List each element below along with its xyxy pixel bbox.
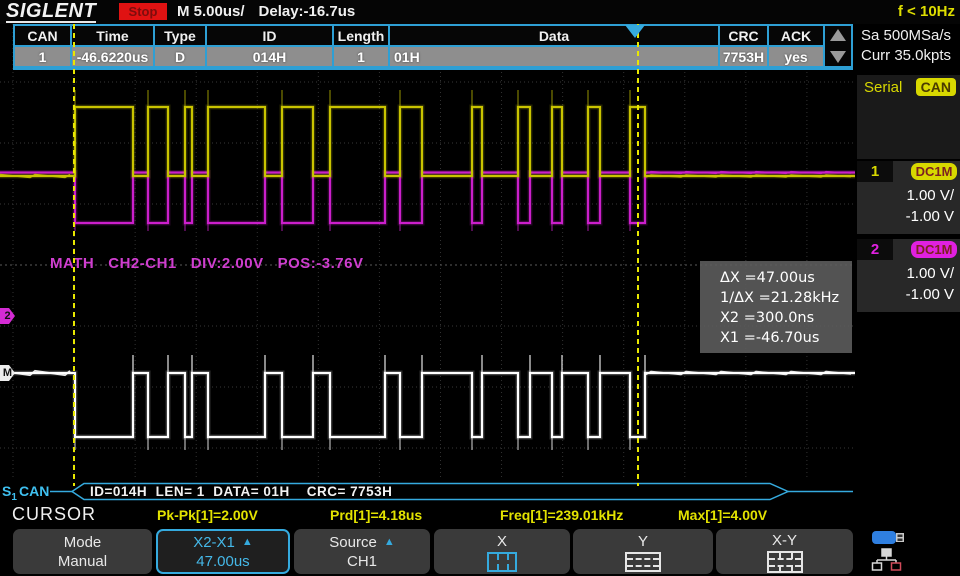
cursor-readout-box: ΔX =47.00us 1/ΔX =21.28kHz X2 =300.0ns X… bbox=[700, 261, 852, 353]
cursor-x1-value: X1 =-46.70us bbox=[720, 330, 820, 346]
oscilloscope-screen: MATHCH2-CH1DIV:2.00VPOS:-3.76V ΔX =47.00… bbox=[0, 0, 960, 576]
timebase-scale: M 5.00us/ bbox=[177, 3, 245, 20]
siglent-logo: SIGLENT bbox=[6, 0, 97, 23]
col-header-crc: CRC bbox=[720, 26, 767, 45]
right-sidebar: Sa 500MSa/s Curr 35.0kpts Serial CAN 1 D… bbox=[855, 24, 960, 503]
channel1-offset: -1.00 V bbox=[905, 208, 954, 225]
cursor-x2-line[interactable] bbox=[637, 24, 639, 486]
softkey-source-button[interactable]: Source ▲ CH1 bbox=[294, 529, 430, 574]
row-cell-ack: yes bbox=[769, 47, 823, 66]
x2x1-value: 47.00us bbox=[196, 552, 250, 570]
channel2-panel[interactable]: 2 DC1M 1.00 V/ -1.00 V bbox=[857, 239, 960, 312]
col-header-data: Data bbox=[390, 26, 718, 45]
xy-cursor-label: X-Y bbox=[771, 531, 797, 549]
can-decode-frame-text: ID=014H LEN= 1 DATA= 01H CRC= 7753H bbox=[90, 484, 393, 499]
cursor-inv-delta-x: 1/ΔX =21.28kHz bbox=[720, 290, 840, 306]
row-cell-crc: 7753H bbox=[720, 47, 767, 66]
usb-icon bbox=[872, 531, 904, 544]
acquisition-info: Sa 500MSa/s Curr 35.0kpts bbox=[861, 26, 951, 66]
measurement-row: CURSOR Pk-Pk[1]=2.00V Prd[1]=4.18us Freq… bbox=[0, 503, 960, 527]
sample-rate: Sa 500MSa/s bbox=[861, 27, 952, 44]
row-cell-id: 014H bbox=[207, 47, 332, 66]
channel2-number[interactable]: 2 bbox=[857, 239, 893, 260]
row-cell-time: -46.6220us bbox=[72, 47, 153, 66]
col-header-ack: ACK bbox=[769, 26, 823, 45]
top-status-bar: SIGLENT Stop M 5.00us/ Delay:-16.7us f <… bbox=[0, 0, 960, 24]
channel1-coupling-badge[interactable]: DC1M bbox=[911, 163, 957, 180]
measurement-frequency: Freq[1]=239.01kHz bbox=[500, 507, 624, 523]
softkey-xy-cursor-button[interactable]: X-Y bbox=[716, 529, 853, 574]
usb-lan-icons bbox=[871, 531, 904, 571]
channel2-scale: 1.00 V/ bbox=[906, 265, 954, 282]
status-icon-corner bbox=[856, 527, 960, 576]
frequency-counter: f < 10Hz bbox=[897, 3, 955, 20]
col-header-id: ID bbox=[207, 26, 332, 45]
scroll-up-icon[interactable] bbox=[830, 29, 846, 41]
run-stop-indicator[interactable]: Stop bbox=[119, 3, 167, 20]
serial-decode-panel[interactable]: Serial CAN bbox=[857, 75, 960, 159]
mode-value: Manual bbox=[57, 552, 108, 570]
col-header-can: CAN bbox=[15, 26, 70, 45]
channel2-offset: -1.00 V bbox=[905, 286, 954, 303]
cursor-delta-x: ΔX =47.00us bbox=[720, 270, 815, 286]
up-arrow-icon: ▲ bbox=[383, 535, 395, 548]
xy-cursors-icon bbox=[766, 550, 803, 573]
serial-bus-source-label: S1 bbox=[2, 483, 17, 503]
row-cell-can: 1 bbox=[15, 47, 70, 66]
softkey-y-cursor-button[interactable]: Y bbox=[573, 529, 713, 574]
waveform-area: MATHCH2-CH1DIV:2.00VPOS:-3.76V ΔX =47.00… bbox=[0, 24, 855, 505]
serial-bus-name: CAN bbox=[19, 483, 50, 499]
source-value: CH1 bbox=[346, 552, 377, 570]
serial-label: Serial bbox=[864, 79, 903, 96]
mode-label: Mode bbox=[63, 533, 102, 551]
math-div: DIV:2.00V bbox=[190, 255, 264, 272]
can-decode-table: CAN Time Type ID Length Data CRC ACK 1 -… bbox=[13, 24, 853, 70]
source-label: Source bbox=[329, 533, 377, 551]
measurement-max: Max[1]=4.00V bbox=[678, 507, 768, 523]
measurement-pkpk: Pk-Pk[1]=2.00V bbox=[157, 507, 258, 523]
col-header-type: Type bbox=[155, 26, 205, 45]
channel1-panel[interactable]: 1 DC1M 1.00 V/ -1.00 V bbox=[857, 161, 960, 234]
row-cell-data: 01H bbox=[390, 47, 718, 66]
timebase-readout: M 5.00us/ Delay:-16.7us bbox=[177, 3, 355, 20]
up-arrow-icon: ▲ bbox=[241, 535, 253, 548]
measurement-period: Prd[1]=4.18us bbox=[330, 507, 423, 523]
channel2-coupling-badge[interactable]: DC1M bbox=[911, 241, 957, 258]
softkey-x-cursor-button[interactable]: X bbox=[434, 529, 570, 574]
y-cursors-icon bbox=[625, 551, 661, 572]
col-header-time: Time bbox=[72, 26, 153, 45]
table-scrollbar bbox=[825, 26, 851, 66]
row-cell-type: D bbox=[155, 47, 205, 66]
channel1-scale: 1.00 V/ bbox=[906, 187, 954, 204]
channel1-number[interactable]: 1 bbox=[857, 161, 893, 182]
trigger-position-indicator[interactable] bbox=[625, 25, 645, 38]
lan-icon bbox=[871, 548, 902, 571]
x-cursors-icon bbox=[487, 551, 517, 572]
serial-bus-badge[interactable]: CAN bbox=[915, 78, 956, 96]
softkey-x2x1-button[interactable]: X2-X1 ▲ 47.00us bbox=[156, 529, 290, 574]
math-expression: CH2-CH1 bbox=[108, 255, 177, 272]
math-pos: POS:-3.76V bbox=[277, 255, 364, 272]
y-cursor-label: Y bbox=[637, 532, 648, 550]
trigger-delay: Delay:-16.7us bbox=[258, 3, 356, 20]
math-status-label: MATHCH2-CH1DIV:2.00VPOS:-3.76V bbox=[22, 238, 378, 289]
cursor-x2-value: X2 =300.0ns bbox=[720, 310, 815, 326]
x-cursor-label: X bbox=[496, 532, 507, 550]
memory-depth: Curr 35.0kpts bbox=[861, 47, 952, 64]
scroll-down-icon[interactable] bbox=[830, 51, 846, 63]
col-header-length: Length bbox=[334, 26, 388, 45]
active-menu-title: CURSOR bbox=[12, 504, 97, 524]
row-cell-length: 1 bbox=[334, 47, 388, 66]
cursor-x1-line[interactable] bbox=[73, 24, 75, 486]
softkey-mode-button[interactable]: Mode Manual bbox=[13, 529, 152, 574]
x2x1-label: X2-X1 bbox=[193, 533, 235, 551]
